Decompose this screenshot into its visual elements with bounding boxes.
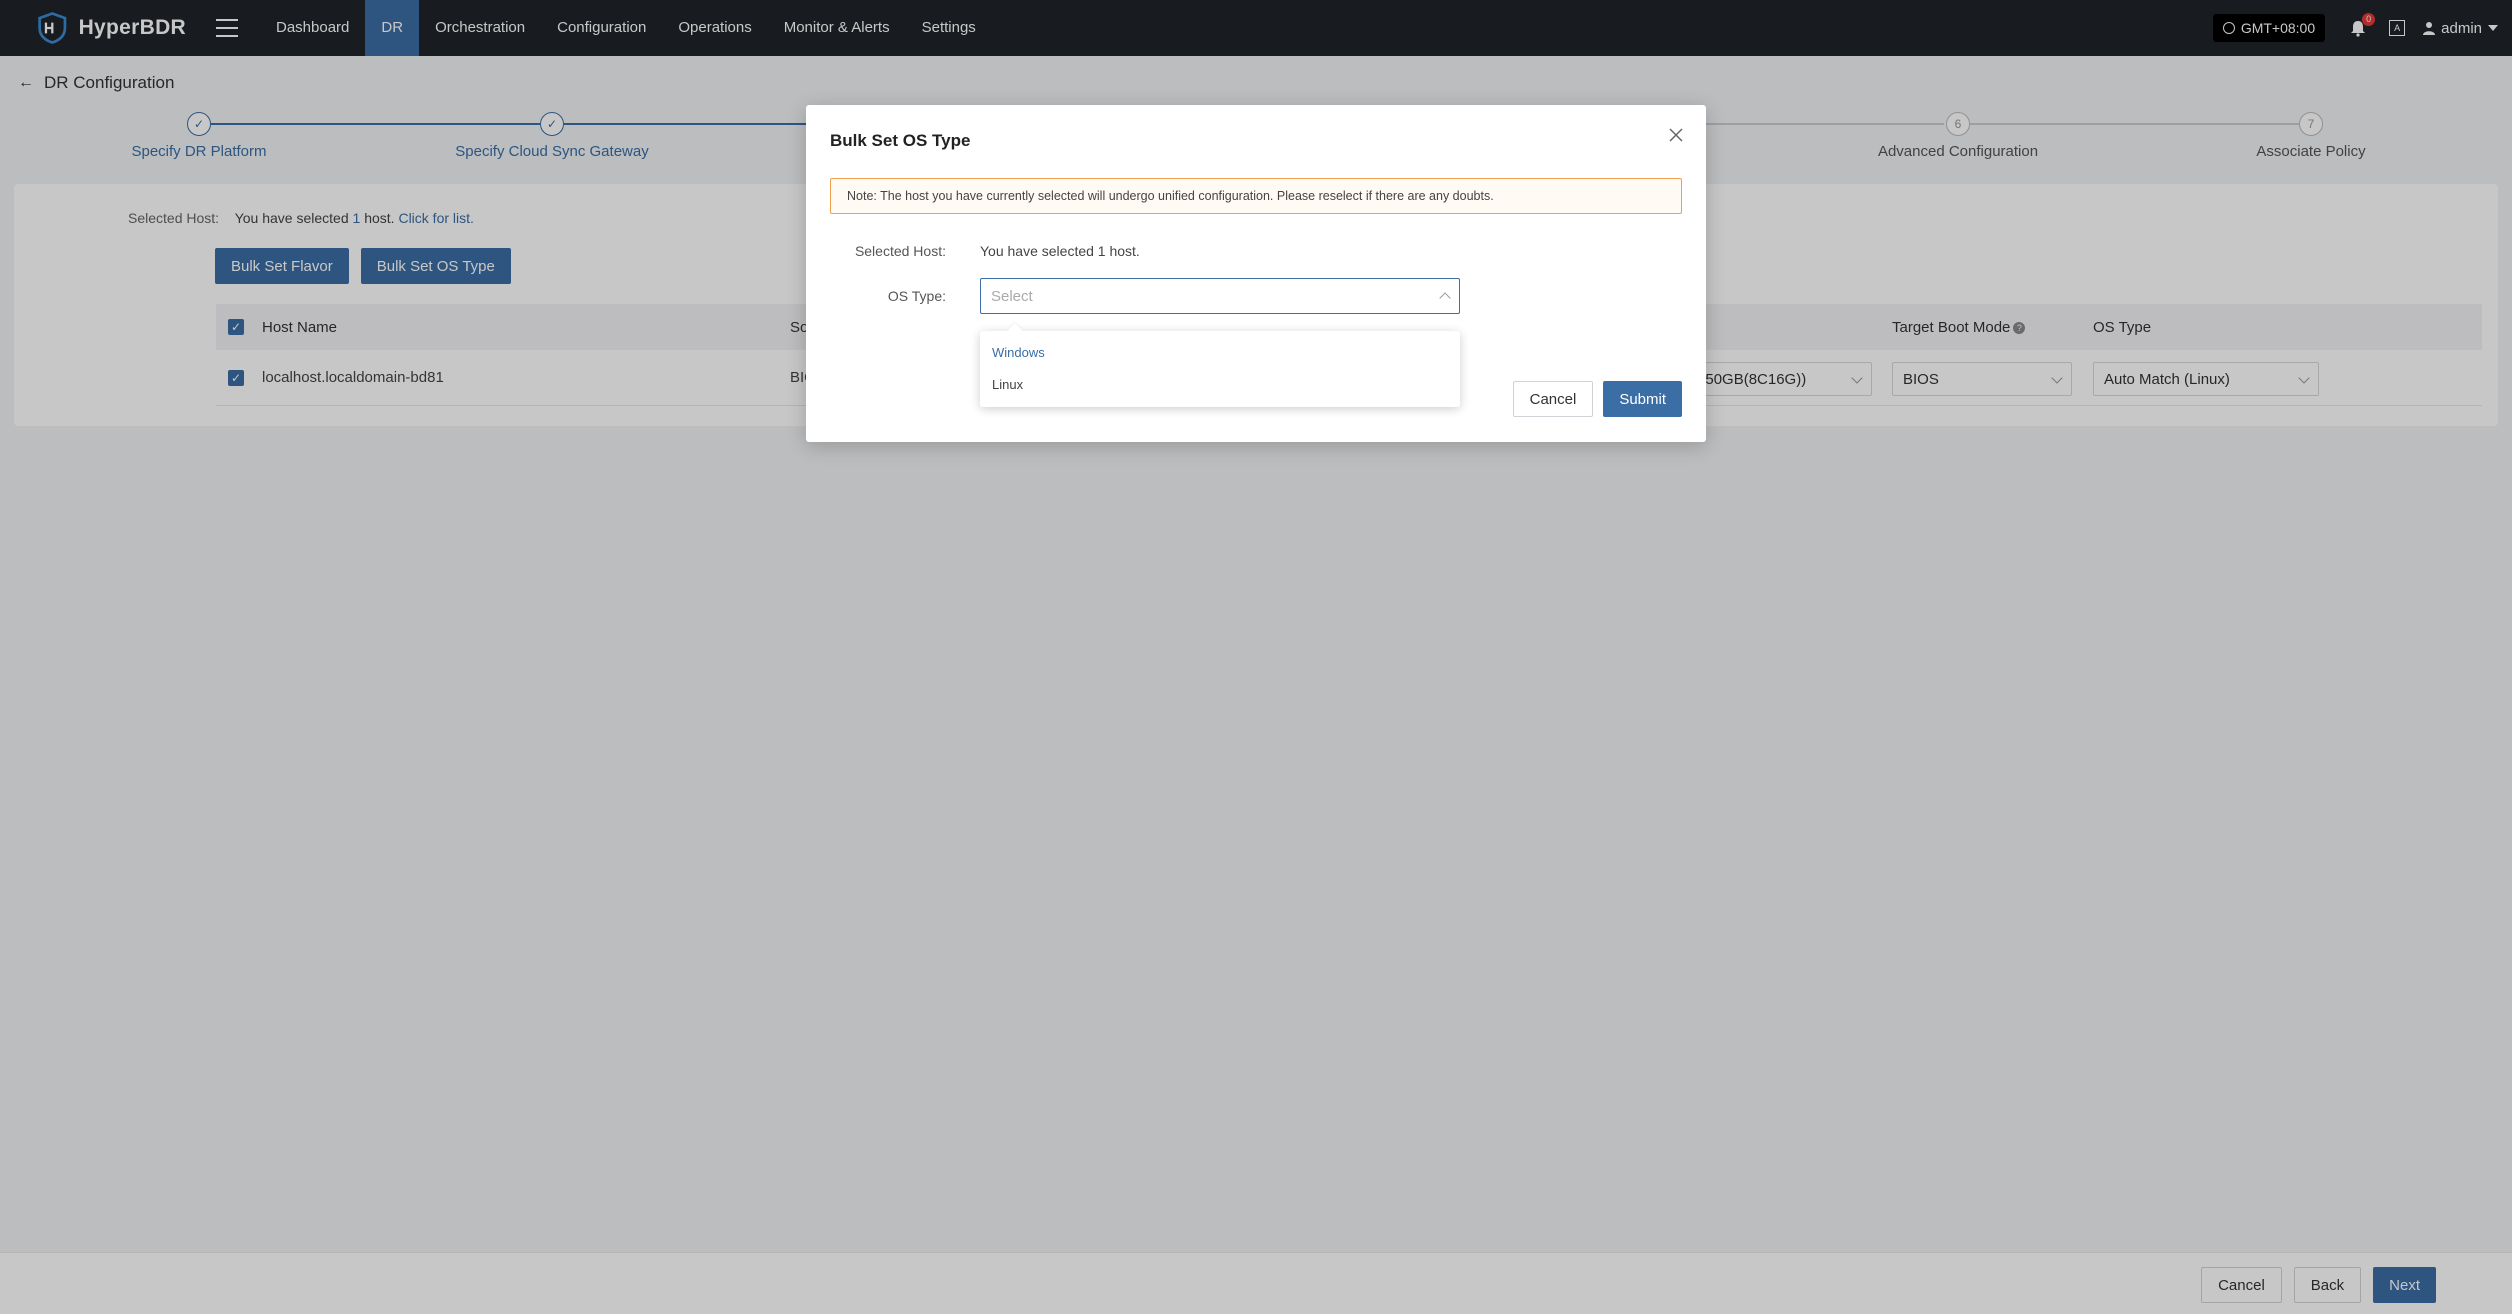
- modal-selected-host-value: You have selected 1 host.: [980, 243, 1140, 259]
- dropdown-option-linux[interactable]: Linux: [992, 377, 1023, 392]
- modal-os-type-label: OS Type:: [887, 288, 946, 304]
- modal-cancel-button[interactable]: Cancel: [1512, 381, 1594, 417]
- modal-selected-host-label: Selected Host:: [854, 243, 946, 259]
- dropdown-option-windows[interactable]: Windows: [992, 345, 1045, 360]
- modal-title: Bulk Set OS Type: [830, 131, 971, 150]
- modal-submit-button[interactable]: Submit: [1603, 381, 1682, 417]
- close-icon[interactable]: [1668, 127, 1684, 143]
- os-type-placeholder: Select: [991, 287, 1033, 305]
- warning-note: Note: The host you have currently select…: [830, 178, 1682, 214]
- os-type-select-input[interactable]: Select: [980, 278, 1460, 314]
- os-type-dropdown: Windows Linux: [980, 331, 1460, 407]
- chevron-up-icon: [1439, 292, 1451, 304]
